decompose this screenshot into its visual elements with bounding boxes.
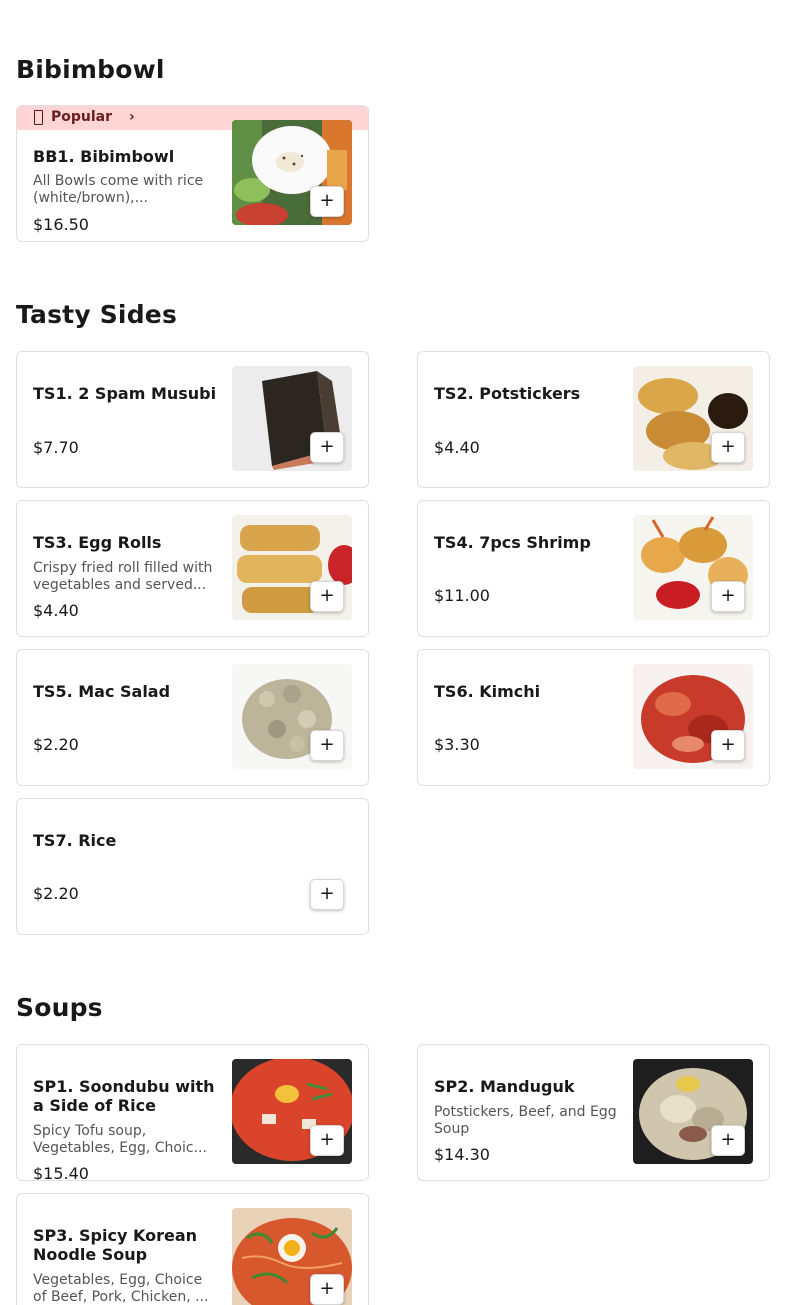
item-price: $2.20 <box>33 884 79 903</box>
item-price: $4.40 <box>33 601 79 620</box>
item-price: $15.40 <box>33 1164 89 1181</box>
add-to-cart-button[interactable]: + <box>310 1125 344 1156</box>
item-price: $11.00 <box>434 586 490 605</box>
item-name: TS4. 7pcs Shrimp <box>434 533 591 552</box>
item-price: $7.70 <box>33 438 79 457</box>
add-to-cart-button[interactable]: + <box>310 432 344 463</box>
add-to-cart-button[interactable]: + <box>310 1274 344 1305</box>
add-to-cart-button[interactable]: + <box>711 730 745 761</box>
item-name: SP1. Soondubu with a Side of Rice <box>33 1077 215 1115</box>
item-description: Spicy Tofu soup, Vegetables, Egg, Choic.… <box>33 1123 207 1156</box>
menu-item-card[interactable]: TS3. Egg Rolls Crispy fried roll filled … <box>16 500 369 637</box>
add-to-cart-button[interactable]: + <box>310 186 344 217</box>
item-name: TS1. 2 Spam Musubi <box>33 384 217 403</box>
item-name: SP2. Manduguk <box>434 1077 575 1096</box>
item-price: $2.20 <box>33 735 79 754</box>
item-name: TS7. Rice <box>33 831 117 850</box>
section-title-soups: Soups <box>16 993 103 1022</box>
add-to-cart-button[interactable]: + <box>711 1125 745 1156</box>
chevron-right-icon: › <box>129 109 135 125</box>
menu-item-card[interactable]: TS1. 2 Spam Musubi $7.70 + <box>16 351 369 488</box>
section-title-tasty-sides: Tasty Sides <box>16 300 178 329</box>
item-name: TS3. Egg Rolls <box>33 533 162 552</box>
item-price: $14.30 <box>434 1145 490 1164</box>
menu-item-card[interactable]: TS6. Kimchi $3.30 + <box>417 649 770 786</box>
add-to-cart-button[interactable]: + <box>310 879 344 910</box>
item-name: BB1. Bibimbowl <box>33 147 175 166</box>
menu-item-card[interactable]: TS7. Rice $2.20 + <box>16 798 369 935</box>
menu-item-card[interactable]: TS2. Potstickers $4.40 + <box>417 351 770 488</box>
item-name: TS6. Kimchi <box>434 682 541 701</box>
menu-item-card[interactable]: TS5. Mac Salad $2.20 + <box>16 649 369 786</box>
menu-item-card[interactable]: Popular › BB1. Bibimbowl All Bowls come … <box>16 105 369 242</box>
menu-item-card[interactable]: SP3. Spicy Korean Noodle Soup Vegetables… <box>16 1193 369 1305</box>
item-description: Vegetables, Egg, Choice of Beef, Pork, C… <box>33 1272 209 1305</box>
menu-item-card[interactable]: SP2. Manduguk Potstickers, Beef, and Egg… <box>417 1044 770 1181</box>
menu-item-card[interactable]: TS4. 7pcs Shrimp $11.00 + <box>417 500 770 637</box>
popular-badge-label: Popular <box>51 109 113 125</box>
add-to-cart-button[interactable]: + <box>310 581 344 612</box>
item-description: All Bowls come with rice (white/brown),.… <box>33 173 204 206</box>
add-to-cart-button[interactable]: + <box>310 730 344 761</box>
item-name: TS5. Mac Salad <box>33 682 171 701</box>
add-to-cart-button[interactable]: + <box>711 581 745 612</box>
item-description: Crispy fried roll filled with vegetables… <box>33 560 213 593</box>
popular-icon <box>34 110 43 125</box>
item-price: $3.30 <box>434 735 480 754</box>
item-name: TS2. Potstickers <box>434 384 581 403</box>
section-title-bibimbowl: Bibimbowl <box>16 55 165 84</box>
item-name: SP3. Spicy Korean Noodle Soup <box>33 1226 198 1264</box>
item-price: $4.40 <box>434 438 480 457</box>
menu-item-card[interactable]: SP1. Soondubu with a Side of Rice Spicy … <box>16 1044 369 1181</box>
item-description: Potstickers, Beef, and Egg Soup <box>434 1104 617 1137</box>
add-to-cart-button[interactable]: + <box>711 432 745 463</box>
item-price: $16.50 <box>33 215 89 234</box>
